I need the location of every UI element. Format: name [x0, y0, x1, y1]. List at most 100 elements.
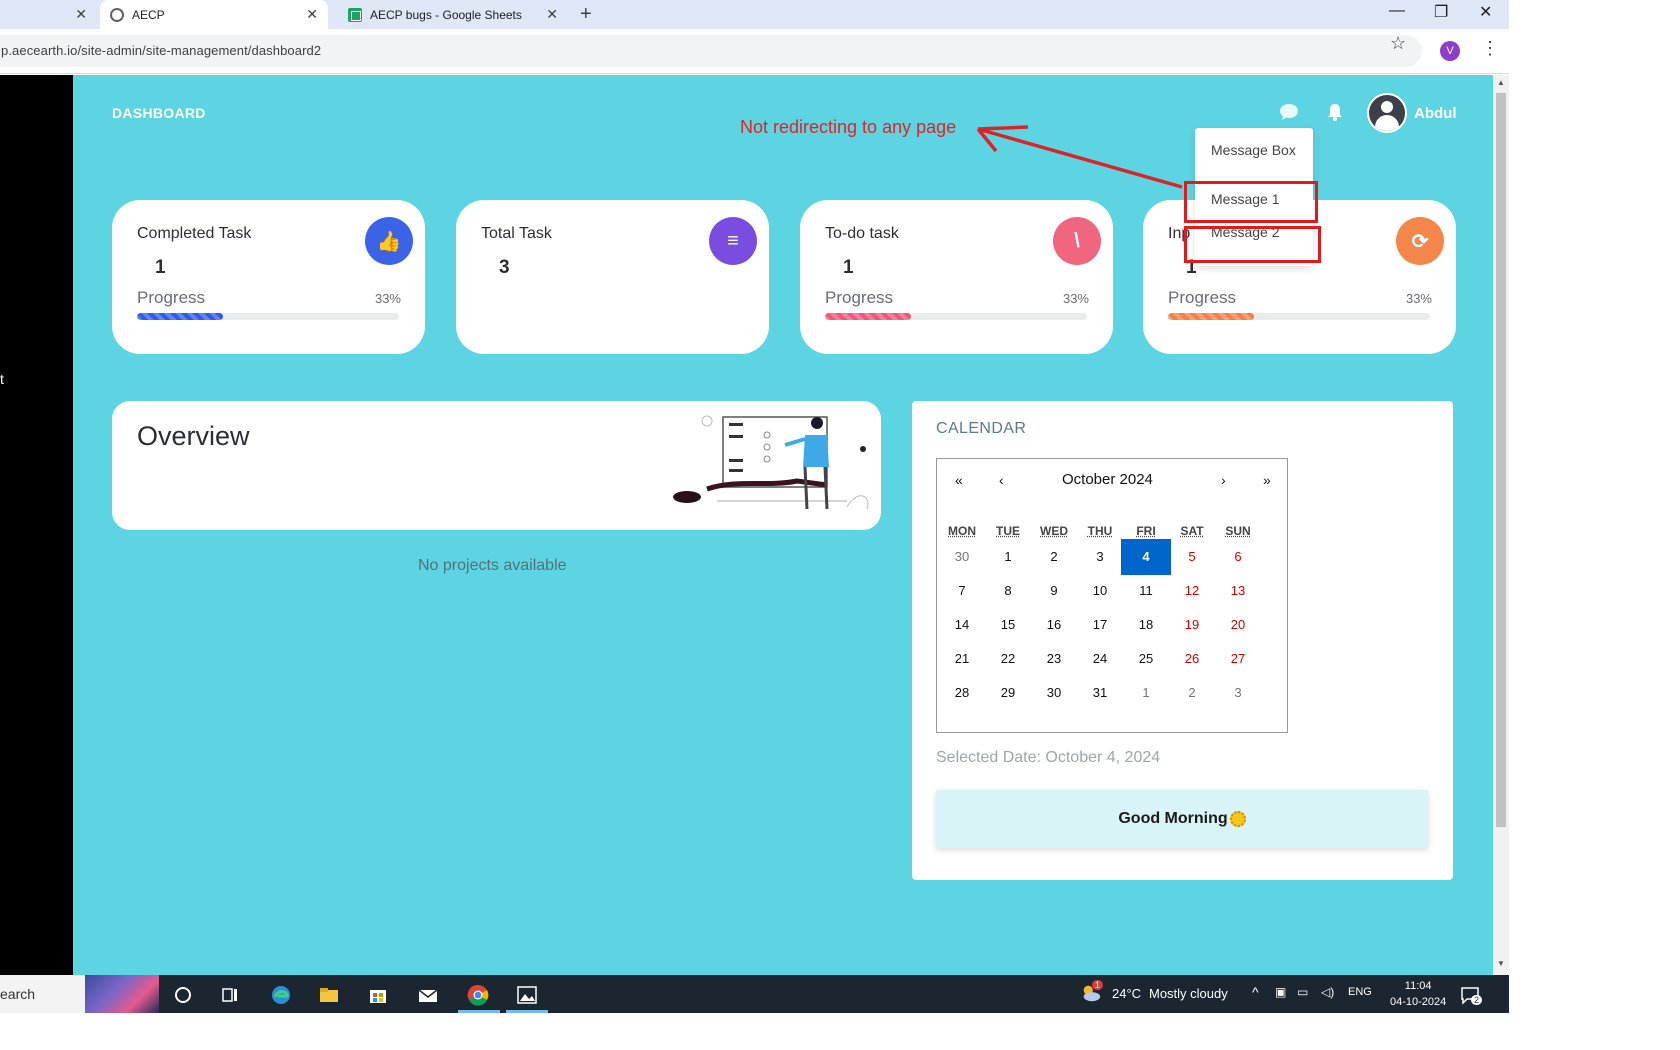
user-name[interactable]: Abdul: [1414, 105, 1457, 122]
chevron-up-icon[interactable]: ^: [1252, 984, 1259, 1000]
progress-bar: [137, 313, 399, 320]
taskbar-search-box[interactable]: earch: [0, 975, 159, 1013]
bell-icon[interactable]: [1327, 102, 1343, 122]
network-icon[interactable]: ▭: [1297, 985, 1308, 999]
calendar-day[interactable]: 3: [1213, 675, 1263, 711]
chrome-icon[interactable]: [467, 984, 489, 1006]
calendar-day[interactable]: 19: [1167, 607, 1217, 643]
calendar-day[interactable]: 2: [1029, 539, 1079, 575]
chat-icon[interactable]: [1279, 103, 1299, 121]
photos-icon[interactable]: [516, 984, 538, 1006]
file-explorer-icon[interactable]: [318, 984, 340, 1006]
progress-bar: [1168, 313, 1430, 320]
url-field[interactable]: p.aecearth.io/site-admin/site-management…: [0, 35, 1422, 67]
calendar-day[interactable]: 9: [1029, 573, 1079, 609]
calendar-day[interactable]: 21: [937, 641, 987, 677]
calendar-day[interactable]: 2: [1167, 675, 1217, 711]
calendar-day[interactable]: 11: [1121, 573, 1171, 609]
windows-taskbar: earch 1 24°C Mostly cloudy ^ ▣ ▭ ◁) ENG …: [0, 975, 1509, 1013]
calendar-day[interactable]: 3: [1075, 539, 1125, 575]
edge-icon[interactable]: [270, 984, 292, 1006]
card-completed-task: Completed Task 1 👍 Progress 33%: [112, 200, 425, 354]
calendar-panel: CALENDAR « ‹ October 2024 › » MON TUE WED T…: [912, 401, 1453, 880]
progress-label: Progress: [1168, 288, 1237, 307]
meet-now-icon[interactable]: ▣: [1275, 985, 1286, 999]
calendar-day[interactable]: 17: [1075, 607, 1125, 643]
scroll-down-arrow[interactable]: ▼: [1497, 959, 1505, 968]
scroll-thumb[interactable]: [1496, 93, 1506, 827]
volume-icon[interactable]: ◁): [1321, 985, 1334, 999]
prev-year-button[interactable]: «: [955, 472, 963, 488]
progress-label: Progress: [825, 288, 894, 307]
calendar-day[interactable]: 26: [1167, 641, 1217, 677]
calendar-day[interactable]: 31: [1075, 675, 1125, 711]
calendar-day[interactable]: 10: [1075, 573, 1125, 609]
calendar-day[interactable]: 1: [1121, 675, 1171, 711]
progress-percent: 33%: [1405, 291, 1432, 306]
page-scrollbar[interactable]: ▲ ▼: [1493, 75, 1509, 975]
next-month-button[interactable]: ›: [1221, 472, 1226, 488]
browser-tab-previous[interactable]: ✕: [0, 0, 95, 29]
mail-icon[interactable]: [417, 984, 439, 1006]
card-value: 1: [843, 257, 854, 278]
dropdown-item-message-box[interactable]: Message Box: [1211, 142, 1296, 158]
profile-avatar[interactable]: V: [1440, 41, 1460, 61]
window-close-button[interactable]: ✕: [1479, 2, 1492, 22]
browser-tab-sheets[interactable]: AECP bugs - Google Sheets ✕: [338, 0, 568, 29]
task-view-icon[interactable]: [219, 984, 241, 1006]
taskbar-clock[interactable]: 11:04 04-10-2024: [1390, 978, 1446, 1010]
calendar-day[interactable]: 12: [1167, 573, 1217, 609]
weather-temperature[interactable]: 24°C: [1112, 986, 1141, 1001]
new-tab-button[interactable]: +: [580, 3, 592, 26]
tab-close-icon[interactable]: ✕: [75, 6, 87, 23]
calendar-day[interactable]: 1: [983, 539, 1033, 575]
calendar-day[interactable]: 16: [1029, 607, 1079, 643]
user-avatar[interactable]: [1367, 93, 1407, 133]
screenshot-margin-right: [1509, 0, 1680, 1050]
calendar-day[interactable]: 15: [983, 607, 1033, 643]
next-year-button[interactable]: »: [1263, 472, 1271, 488]
notification-count: 2: [1471, 995, 1483, 1005]
prev-month-button[interactable]: ‹: [999, 472, 1004, 488]
calendar-day[interactable]: 27: [1213, 641, 1263, 677]
calendar-day[interactable]: 13: [1213, 573, 1263, 609]
url-text[interactable]: p.aecearth.io/site-admin/site-management…: [1, 43, 321, 58]
minimize-button[interactable]: —: [1389, 2, 1405, 20]
calendar-day[interactable]: 24: [1075, 641, 1125, 677]
calendar-day[interactable]: 22: [983, 641, 1033, 677]
calendar-day[interactable]: 30: [937, 539, 987, 575]
restore-button[interactable]: ❐: [1434, 2, 1448, 22]
calendar-day[interactable]: 20: [1213, 607, 1263, 643]
calendar-day[interactable]: 28: [937, 675, 987, 711]
clock-time: 11:04: [1404, 980, 1432, 992]
calendar-day[interactable]: 4: [1121, 539, 1171, 575]
card-value: 1: [155, 257, 166, 278]
calendar-day[interactable]: 30: [1029, 675, 1079, 711]
scroll-up-arrow[interactable]: ▲: [1497, 78, 1505, 87]
bookmark-star-icon[interactable]: ☆: [1390, 33, 1406, 54]
cortana-icon[interactable]: [172, 984, 194, 1006]
calendar-day[interactable]: 25: [1121, 641, 1171, 677]
weekday-header: WED: [1040, 524, 1068, 538]
tab-close-icon[interactable]: ✕: [306, 6, 318, 23]
microsoft-store-icon[interactable]: [367, 984, 389, 1006]
progress-bar: [825, 313, 1087, 320]
language-indicator[interactable]: ENG: [1348, 986, 1372, 998]
calendar-month-label[interactable]: October 2024: [1062, 471, 1153, 488]
calendar-day[interactable]: 23: [1029, 641, 1079, 677]
calendar-day[interactable]: 6: [1213, 539, 1263, 575]
calendar-widget: « ‹ October 2024 › » MON TUE WED THU FRI SAT S…: [936, 458, 1288, 733]
clock-date: 04-10-2024: [1390, 996, 1447, 1008]
calendar-day[interactable]: 5: [1167, 539, 1217, 575]
calendar-day[interactable]: 8: [983, 573, 1033, 609]
calendar-day[interactable]: 29: [983, 675, 1033, 711]
calendar-day[interactable]: 14: [937, 607, 987, 643]
browser-menu-icon[interactable]: ⋮: [1481, 38, 1499, 59]
tab-close-icon[interactable]: ✕: [546, 6, 558, 23]
weather-description[interactable]: Mostly cloudy: [1149, 986, 1228, 1001]
calendar-day[interactable]: 18: [1121, 607, 1171, 643]
arrow-head: [976, 125, 1029, 153]
browser-tab-aecp[interactable]: AECP ✕: [100, 0, 328, 29]
calendar-label: CALENDAR: [936, 420, 1027, 437]
calendar-day[interactable]: 7: [937, 573, 987, 609]
